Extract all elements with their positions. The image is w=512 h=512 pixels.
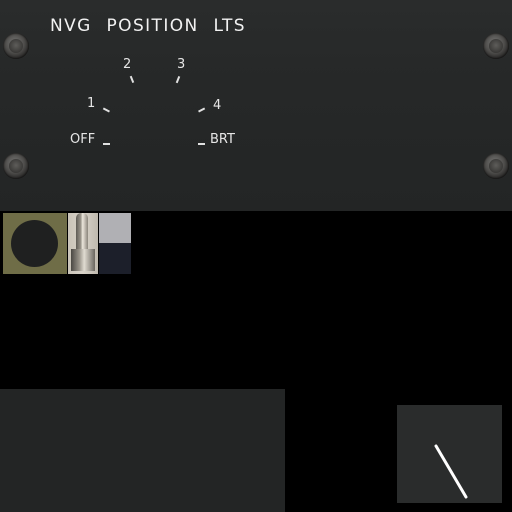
tick-off	[103, 143, 110, 145]
knob-label-1: 1	[87, 96, 96, 111]
nvg-position-lights-panel: NVG POSITION LTS OFF 1 2 3 4 BRT	[0, 0, 512, 211]
tick-2	[129, 75, 134, 84]
screw-icon	[3, 153, 29, 179]
panel-title: NVG POSITION LTS	[50, 16, 246, 36]
indicator-line-panel	[397, 405, 502, 503]
knob-label-off: OFF	[70, 132, 96, 147]
tick-3	[175, 75, 180, 84]
toggle-lever	[76, 213, 88, 251]
toggle-base	[71, 249, 95, 271]
swatch-dark	[99, 243, 131, 274]
knob-disc	[11, 220, 58, 267]
screw-icon	[483, 33, 509, 59]
swatch-light	[99, 213, 131, 243]
screw-icon	[3, 33, 29, 59]
screw-icon	[483, 153, 509, 179]
knob-label-3: 3	[177, 57, 186, 72]
tick-brt	[198, 143, 205, 145]
knob-label-4: 4	[213, 98, 222, 113]
toggle-switch-texture	[68, 213, 98, 274]
tick-4	[198, 107, 205, 113]
knob-label-brt: BRT	[210, 132, 235, 147]
blank-panel-texture	[0, 389, 285, 512]
rotary-knob-texture	[3, 213, 67, 274]
indicator-line	[434, 444, 468, 499]
tick-1	[103, 107, 110, 113]
knob-label-2: 2	[123, 57, 132, 72]
